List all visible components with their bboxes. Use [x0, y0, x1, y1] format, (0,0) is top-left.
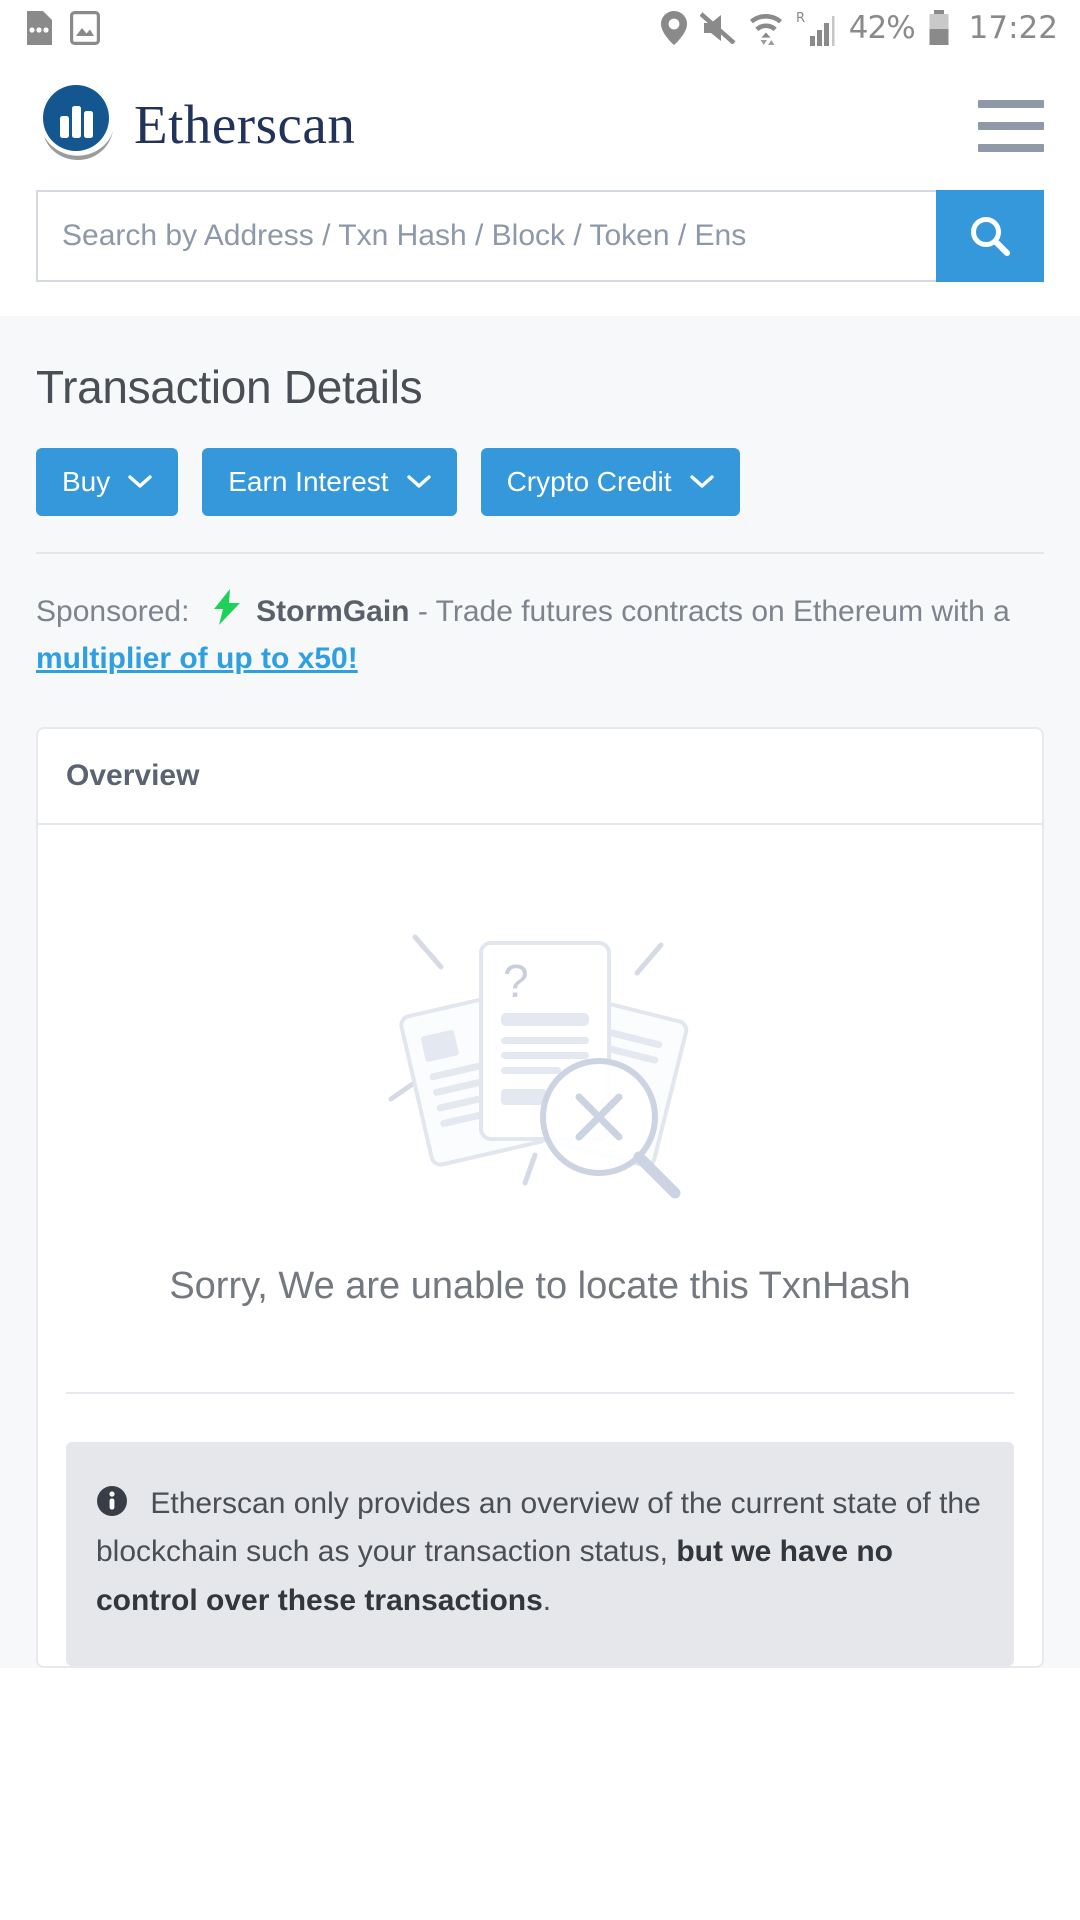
wifi-icon — [749, 14, 782, 45]
status-clock: 17:22 — [968, 10, 1058, 46]
page-body: Transaction Details Buy Earn Interest Cr… — [0, 316, 1080, 1668]
battery-icon — [929, 10, 949, 45]
buy-dropdown-button[interactable]: Buy — [36, 448, 179, 516]
buy-label: Buy — [62, 466, 111, 497]
lightning-bolt-icon — [213, 589, 240, 625]
info-notice: Etherscan only provides an overview of t… — [66, 1441, 1014, 1666]
crypto-credit-dropdown-button[interactable]: Crypto Credit — [480, 448, 740, 516]
gallery-icon — [70, 11, 100, 45]
info-notice-suffix: . — [542, 1583, 552, 1617]
svg-text:R: R — [796, 11, 805, 26]
sim-card-icon — [27, 11, 52, 45]
sponsored-banner: Sponsored: StormGain - Trade futures con… — [36, 554, 1044, 683]
search-input[interactable] — [36, 190, 936, 282]
hamburger-menu-icon[interactable] — [978, 100, 1044, 152]
earn-interest-dropdown-button[interactable]: Earn Interest — [202, 448, 457, 516]
android-status-bar: R 42% 17:22 — [0, 0, 1080, 56]
status-left-icons — [22, 11, 100, 45]
overview-card-body: ? Sorry, We are unable to locate this Tx… — [38, 825, 1042, 1392]
sponsored-text: - Trade futures contracts on Ethereum wi… — [417, 595, 1010, 628]
site-header: Etherscan — [0, 56, 1080, 166]
documents-magnifier-not-found-icon: ? — [388, 934, 689, 1199]
hamburger-bar — [978, 122, 1044, 130]
card-inner-divider — [66, 1391, 1014, 1394]
hamburger-bar — [978, 100, 1044, 108]
status-right-icons: R 42% 17:22 — [660, 9, 1058, 47]
brand-name: Etherscan — [134, 93, 356, 155]
chevron-down-icon — [406, 475, 431, 488]
crypto-credit-label: Crypto Credit — [506, 466, 672, 497]
sponsor-name[interactable]: StormGain — [256, 595, 409, 628]
svg-text:?: ? — [503, 955, 529, 1007]
chevron-down-icon — [128, 475, 152, 488]
signal-icon: R — [796, 11, 835, 46]
etherscan-logo-icon — [36, 82, 120, 166]
action-button-row: Buy Earn Interest Crypto Credit — [36, 448, 1044, 516]
page-title: Transaction Details — [36, 361, 423, 413]
empty-state-illustration: ? — [66, 909, 1014, 1209]
mute-icon — [699, 12, 736, 44]
overview-card-heading: Overview — [38, 729, 1042, 825]
search-button[interactable] — [936, 190, 1044, 282]
earn-interest-label: Earn Interest — [228, 466, 389, 497]
sponsored-link[interactable]: multiplier of up to x50! — [36, 642, 358, 675]
sponsored-prefix: Sponsored: — [36, 595, 190, 628]
battery-percentage: 42% — [848, 10, 916, 46]
search-icon — [971, 217, 1010, 256]
search-bar — [0, 166, 1080, 316]
location-icon — [660, 11, 687, 45]
info-circle-icon — [97, 1485, 127, 1516]
chevron-down-icon — [689, 475, 714, 488]
overview-card: Overview ? Sorry, We are unable to locat… — [36, 726, 1044, 1668]
hamburger-bar — [978, 144, 1044, 152]
empty-state-message: Sorry, We are unable to locate this TxnH… — [169, 1264, 911, 1307]
brand-logo-link[interactable]: Etherscan — [36, 82, 355, 166]
